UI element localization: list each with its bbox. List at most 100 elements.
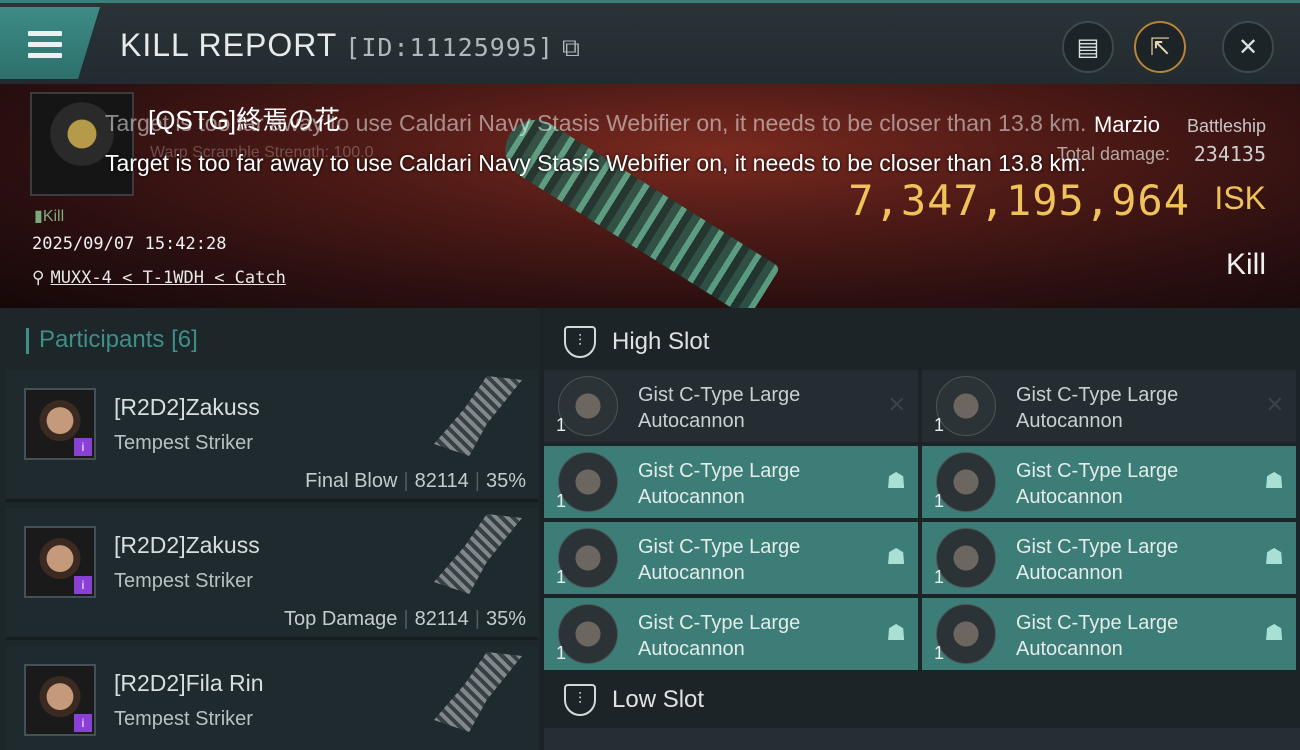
participant-row[interactable]: i [R2D2]Fila Rin Tempest Striker (6, 646, 538, 750)
participant-avatar[interactable]: i (24, 664, 96, 736)
participants-header[interactable]: Participants [6] (26, 326, 198, 354)
fitting-panel: ⫶ High Slot 1 Gist C-Type Large Autocann… (544, 308, 1300, 750)
module-name: Gist C-Type Large Autocannon (638, 536, 801, 584)
dropped-person-icon: ☗ (886, 468, 906, 493)
info-badge-icon: i (74, 714, 92, 732)
module-qty: 1 (934, 567, 945, 587)
module-item[interactable]: 1 Gist C-Type Large Autocannon ☗ (922, 522, 1296, 594)
high-slot-icon: ⫶ (564, 326, 596, 358)
participant-ship-icon (434, 652, 522, 732)
destroyed-icon: ✕ (1265, 392, 1284, 417)
autocannon-icon (558, 604, 618, 664)
module-qty: 1 (556, 491, 567, 511)
total-damage-value: 234135 (1193, 142, 1266, 166)
module-item[interactable]: 1 Gist C-Type Large Autocannon ✕ (544, 370, 918, 442)
info-badge-icon: i (74, 576, 92, 594)
autocannon-icon (936, 604, 996, 664)
top-bar: KILL REPORT [ID:11125995] ⧉ ▤ ⇱ ✕ (0, 0, 1300, 84)
high-slot-header: ⫶ High Slot (544, 312, 1300, 372)
result-label: Kill (1225, 248, 1266, 281)
autocannon-icon (558, 528, 618, 588)
module-item[interactable]: 1 Gist C-Type Large Autocannon ☗ (922, 446, 1296, 518)
module-name: Gist C-Type Large Autocannon (638, 612, 801, 660)
module-name: Gist C-Type Large Autocannon (1016, 612, 1179, 660)
module-name: Gist C-Type Large Autocannon (1016, 384, 1179, 432)
module-name: Gist C-Type Large Autocannon (638, 384, 801, 432)
participant-avatar[interactable]: i (24, 526, 96, 598)
participant-ship-icon (434, 514, 522, 594)
autocannon-icon (558, 376, 618, 436)
participant-row[interactable]: i [R2D2]Zakuss Tempest Striker Top Damag… (6, 508, 538, 640)
participant-ship-icon (434, 376, 522, 456)
kill-id: [ID:11125995] (345, 33, 554, 62)
participant-percent: 35% (485, 470, 526, 492)
dropped-person-icon: ☗ (886, 544, 906, 569)
participant-ship: Tempest Striker (114, 708, 253, 730)
victim-avatar[interactable] (30, 92, 134, 196)
participant-percent: 35% (485, 608, 526, 630)
participants-count: [6] (171, 326, 198, 353)
module-item[interactable]: 1 Gist C-Type Large Autocannon ☗ (544, 522, 918, 594)
destroyed-icon: ✕ (887, 392, 906, 417)
autocannon-icon (558, 452, 618, 512)
page-title: KILL REPORT [ID:11125995] ⧉ (120, 27, 581, 64)
module-item[interactable]: 1 Gist C-Type Large Autocannon ☗ (544, 598, 918, 670)
victim-ship-name: Marzio (1093, 112, 1160, 137)
clipboard-icon[interactable]: ▤ (1062, 21, 1114, 73)
kill-datetime: 2025/09/07 15:42:28 (32, 234, 227, 254)
participant-name: [R2D2]Zakuss (114, 532, 260, 558)
module-qty: 1 (556, 643, 567, 663)
participant-stats: Top Damage | 82114 | 35% (284, 608, 526, 630)
kill-location[interactable]: ⚲ MUXX-4 < T-1WDH < Catch (32, 268, 286, 288)
participant-name: [R2D2]Fila Rin (114, 670, 264, 696)
victim-ship-render (494, 108, 781, 308)
share-icon[interactable]: ⇱ (1134, 21, 1186, 73)
location-link[interactable]: MUXX-4 < T-1WDH < Catch (50, 268, 285, 288)
participants-label: Participants (39, 326, 165, 353)
autocannon-icon (936, 452, 996, 512)
module-item[interactable]: 1 Gist C-Type Large Autocannon ☗ (922, 598, 1296, 670)
participant-stats: Final Blow | 82114 | 35% (305, 470, 526, 492)
participant-row[interactable]: i [R2D2]Zakuss Tempest Striker Final Blo… (6, 370, 538, 502)
kill-status-tag: ▮Kill (34, 208, 65, 225)
dropped-person-icon: ☗ (886, 620, 906, 645)
module-name: Gist C-Type Large Autocannon (1016, 460, 1179, 508)
participant-avatar[interactable]: i (24, 388, 96, 460)
low-slot-label: Low Slot (612, 686, 705, 713)
low-slot-header: ⫶ Low Slot (544, 670, 1300, 730)
menu-button[interactable] (0, 7, 100, 79)
kill-status-label: Kill (42, 208, 65, 225)
isk-unit: ISK (1214, 180, 1266, 216)
participant-tag: Top Damage (284, 608, 398, 630)
copy-icon[interactable]: ⧉ (562, 33, 581, 62)
info-badge-icon: i (74, 438, 92, 456)
participant-name: [R2D2]Zakuss (114, 394, 260, 420)
participant-damage: 82114 (414, 470, 469, 492)
participant-ship: Tempest Striker (114, 432, 253, 454)
participants-panel: Participants [6] i [R2D2]Zakuss Tempest … (0, 308, 540, 750)
module-item[interactable]: 1 Gist C-Type Large Autocannon ☗ (544, 446, 918, 518)
victim-ship-class: Battleship (1186, 116, 1266, 136)
module-qty: 1 (934, 415, 945, 435)
participant-tag: Final Blow (305, 470, 398, 492)
module-qty: 1 (556, 415, 567, 435)
dropped-person-icon: ☗ (1264, 544, 1284, 569)
module-name: Gist C-Type Large Autocannon (1016, 536, 1179, 584)
autocannon-icon (936, 528, 996, 588)
module-qty: 1 (934, 643, 945, 663)
module-item[interactable]: 1 Gist C-Type Large Autocannon ✕ (922, 370, 1296, 442)
dropped-person-icon: ☗ (1264, 620, 1284, 645)
autocannon-icon (936, 376, 996, 436)
module-name: Gist C-Type Large Autocannon (638, 460, 801, 508)
module-qty: 1 (556, 567, 567, 587)
page-title-text: KILL REPORT (120, 27, 338, 63)
location-pin-icon: ⚲ (32, 268, 45, 288)
participant-damage: 82114 (414, 608, 469, 630)
high-slot-label: High Slot (612, 328, 710, 355)
combat-message-faded: Target is too far away to use Caldari Na… (105, 110, 1087, 136)
close-icon[interactable]: ✕ (1222, 21, 1274, 73)
dropped-person-icon: ☗ (1264, 468, 1284, 493)
isk-value: 7,347,195,964 (848, 176, 1190, 225)
participant-ship: Tempest Striker (114, 570, 253, 592)
module-qty: 1 (934, 491, 945, 511)
